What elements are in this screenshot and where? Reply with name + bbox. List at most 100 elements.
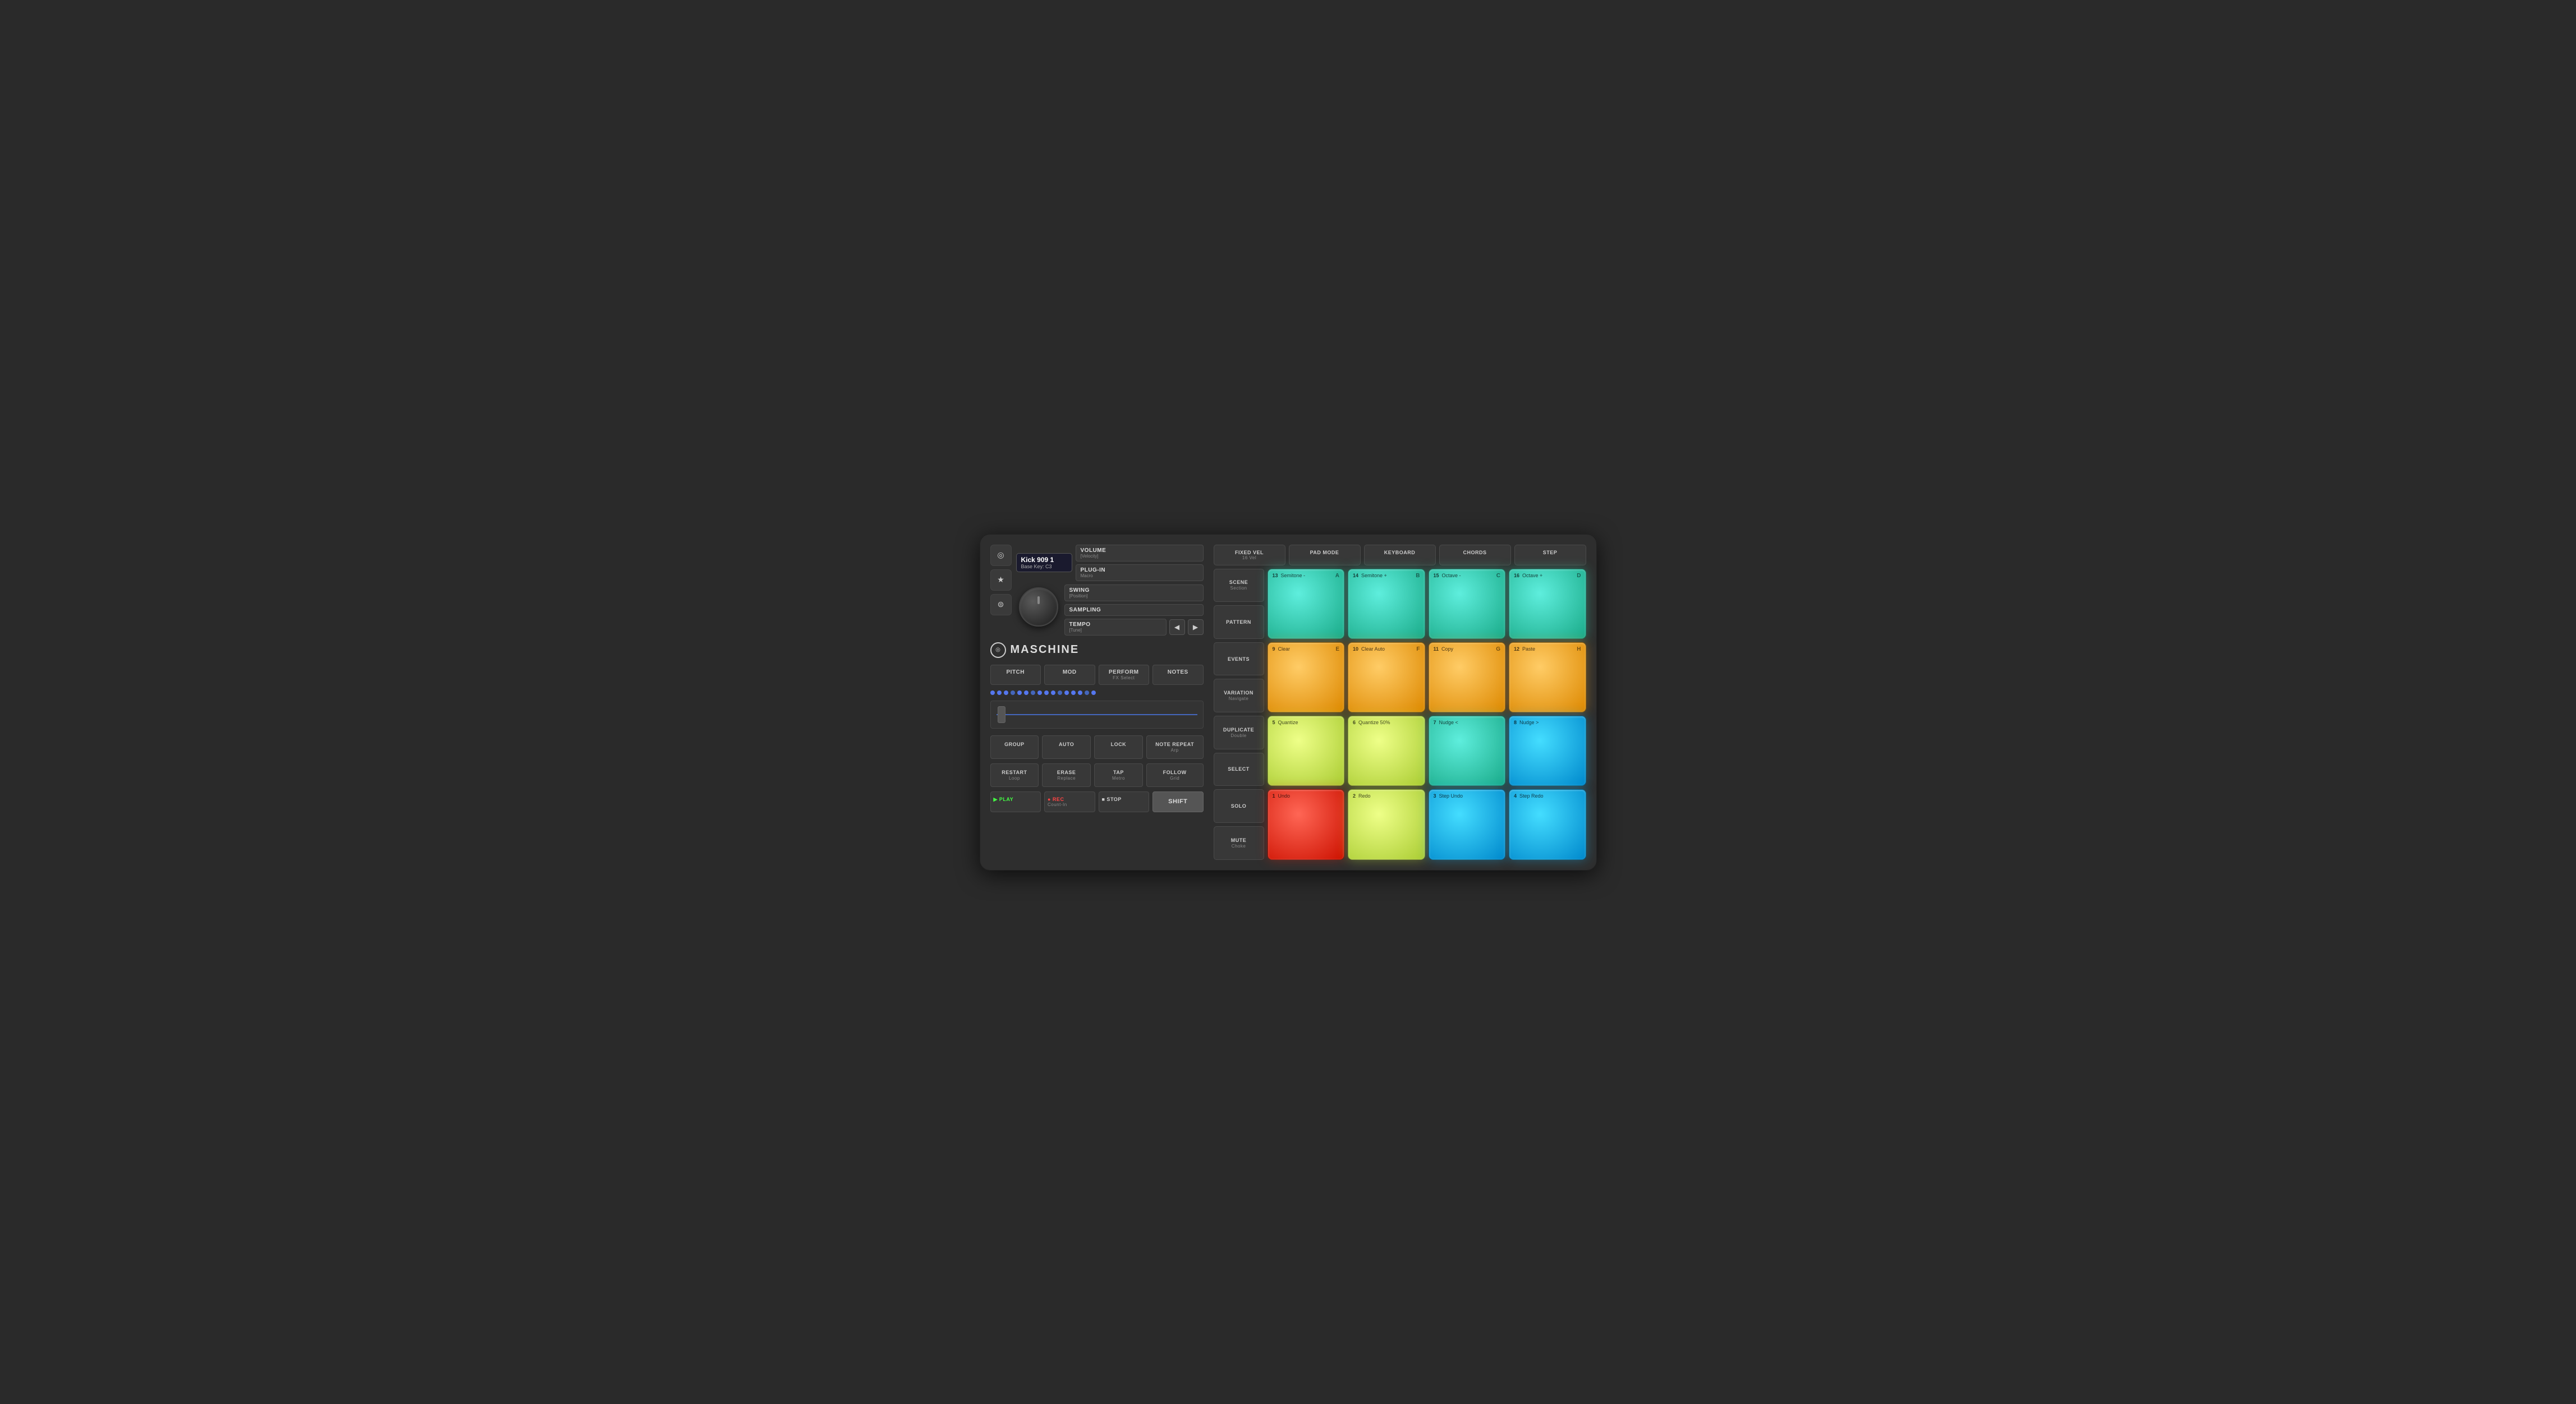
tempo-row: TEMPO [Tune] ◀ ▶	[1064, 619, 1204, 636]
auto-btn[interactable]: AUTO	[1042, 735, 1091, 759]
transport-row: ▶ PLAY ● REC Count-In ■ STOP SHIFT	[990, 791, 1204, 812]
dot-4	[1011, 691, 1015, 695]
pad-grid: 13Semitone -A14Semitone +B15Octave -C16O…	[1268, 569, 1586, 860]
track-sub: Base Key: C3	[1021, 564, 1067, 569]
maschine-controller: ◎ ★ ⊜ Kick 909 1 Base Key: C3 VOLUME	[980, 534, 1597, 871]
tap-btn[interactable]: TAP Metro	[1094, 763, 1143, 787]
pad-11[interactable]: 11CopyG	[1429, 642, 1506, 712]
restart-btn[interactable]: RESTART Loop	[990, 763, 1039, 787]
dot-5	[1017, 691, 1022, 695]
dot-11	[1058, 691, 1062, 695]
dot-14	[1078, 691, 1082, 695]
fixed-vel-btn[interactable]: FIXED VEL 16 Vel	[1214, 545, 1285, 565]
step-btn[interactable]: STEP	[1514, 545, 1586, 565]
pitch-btn[interactable]: PITCH	[990, 665, 1041, 685]
group-btn[interactable]: GROUP	[990, 735, 1039, 759]
pad-14[interactable]: 14Semitone +B	[1348, 569, 1425, 639]
pad-labels: SCENE Section PATTERN EVENTS VARIATION N…	[1214, 569, 1264, 860]
dot-1	[990, 691, 995, 695]
function-row: PITCH MOD PERFORM FX Select NOTES	[990, 665, 1204, 685]
circle-icon-button[interactable]: ◎	[990, 545, 1012, 566]
slider-thumb[interactable]	[998, 706, 1005, 723]
slider-area[interactable]	[990, 701, 1204, 729]
pattern-label[interactable]: PATTERN	[1214, 605, 1264, 639]
main-knob[interactable]	[1019, 587, 1058, 627]
dot-12	[1064, 691, 1069, 695]
pad-8[interactable]: 8Nudge >	[1509, 716, 1586, 786]
stop-btn[interactable]: ■ STOP	[1099, 791, 1150, 812]
notes-btn[interactable]: NOTES	[1152, 665, 1204, 685]
logo-area: ◎ MASCHINE	[990, 640, 1204, 660]
plugin-btn[interactable]: PLUG-IN Macro	[1076, 564, 1204, 581]
pad-area: SCENE Section PATTERN EVENTS VARIATION N…	[1214, 569, 1586, 860]
icon-buttons: ◎ ★ ⊜	[990, 545, 1012, 615]
sampling-btn[interactable]: SAMPLING	[1064, 604, 1204, 616]
pad-16[interactable]: 16Octave +D	[1509, 569, 1586, 639]
track-name: Kick 909 1	[1021, 556, 1067, 564]
dot-row	[990, 689, 1204, 696]
play-btn[interactable]: ▶ PLAY	[990, 791, 1041, 812]
logo-icon: ◎	[990, 642, 1006, 658]
dot-6	[1024, 691, 1028, 695]
pad-7[interactable]: 7Nudge <	[1429, 716, 1506, 786]
keyboard-btn[interactable]: KEYBOARD	[1364, 545, 1436, 565]
lock-btn[interactable]: LOCK	[1094, 735, 1143, 759]
shift-btn[interactable]: SHIFT	[1152, 791, 1204, 812]
dot-15	[1085, 691, 1089, 695]
display-section: Kick 909 1 Base Key: C3 VOLUME [Velocity…	[1016, 545, 1204, 636]
pad-10[interactable]: 10Clear AutoF	[1348, 642, 1425, 712]
mode-buttons: FIXED VEL 16 Vel PAD MODE KEYBOARD CHORD…	[1214, 545, 1586, 565]
top-controls: ◎ ★ ⊜ Kick 909 1 Base Key: C3 VOLUME	[990, 545, 1204, 636]
display-top: Kick 909 1 Base Key: C3 VOLUME [Velocity…	[1016, 545, 1204, 581]
dot-9	[1044, 691, 1049, 695]
logo-text: MASCHINE	[1011, 643, 1080, 656]
note-repeat-btn[interactable]: NOTE REPEAT Arp	[1146, 735, 1204, 759]
chords-btn[interactable]: CHORDS	[1439, 545, 1511, 565]
pad-13[interactable]: 13Semitone -A	[1268, 569, 1345, 639]
dot-8	[1037, 691, 1042, 695]
follow-btn[interactable]: FOLLOW Grid	[1146, 763, 1204, 787]
dot-2	[997, 691, 1002, 695]
select-label[interactable]: SELECT	[1214, 753, 1264, 786]
slider-track	[997, 714, 1197, 715]
mute-label[interactable]: MUTE Choke	[1214, 826, 1264, 860]
volume-btn[interactable]: VOLUME [Velocity]	[1076, 545, 1204, 561]
dot-10	[1051, 691, 1055, 695]
param-controls: VOLUME [Velocity] PLUG-IN Macro	[1076, 545, 1204, 581]
swing-btn[interactable]: SWING [Position]	[1064, 584, 1204, 601]
mod-btn[interactable]: MOD	[1044, 665, 1095, 685]
right-panel: FIXED VEL 16 Vel PAD MODE KEYBOARD CHORD…	[1214, 545, 1586, 860]
pad-1[interactable]: 1Undo	[1268, 789, 1345, 859]
pad-2[interactable]: 2Redo	[1348, 789, 1425, 859]
pad-4[interactable]: 4Step Redo	[1509, 789, 1586, 859]
variation-label[interactable]: VARIATION Navigate	[1214, 679, 1264, 712]
dot-3	[1004, 691, 1008, 695]
tempo-btn[interactable]: TEMPO [Tune]	[1064, 619, 1167, 636]
pad-15[interactable]: 15Octave -C	[1429, 569, 1506, 639]
pad-12[interactable]: 12PasteH	[1509, 642, 1586, 712]
track-display: Kick 909 1 Base Key: C3	[1016, 553, 1072, 572]
star-icon-button[interactable]: ★	[990, 569, 1012, 591]
pad-3[interactable]: 3Step Undo	[1429, 789, 1506, 859]
pad-mode-btn[interactable]: PAD MODE	[1289, 545, 1361, 565]
control-row-2: RESTART Loop ERASE Replace TAP Metro FOL…	[990, 763, 1204, 787]
perform-btn[interactable]: PERFORM FX Select	[1099, 665, 1150, 685]
events-label[interactable]: EVENTS	[1214, 642, 1264, 676]
search-icon-button[interactable]: ⊜	[990, 594, 1012, 615]
tempo-up-btn[interactable]: ▶	[1188, 619, 1204, 635]
bottom-controls: GROUP AUTO LOCK NOTE REPEAT Arp RESTART …	[990, 735, 1204, 812]
rec-btn[interactable]: ● REC Count-In	[1044, 791, 1095, 812]
pad-5[interactable]: 5Quantize	[1268, 716, 1345, 786]
left-panel: ◎ ★ ⊜ Kick 909 1 Base Key: C3 VOLUME	[990, 545, 1204, 860]
param-controls-2: SWING [Position] SAMPLING TEMPO [Tune] ◀	[1064, 584, 1204, 636]
erase-btn[interactable]: ERASE Replace	[1042, 763, 1091, 787]
pad-9[interactable]: 9ClearE	[1268, 642, 1345, 712]
main-knob-area	[1016, 584, 1061, 629]
duplicate-label[interactable]: DUPLICATE Double	[1214, 716, 1264, 749]
control-row-1: GROUP AUTO LOCK NOTE REPEAT Arp	[990, 735, 1204, 759]
scene-label[interactable]: SCENE Section	[1214, 569, 1264, 602]
pad-6[interactable]: 6Quantize 50%	[1348, 716, 1425, 786]
knob-dot	[1037, 596, 1040, 604]
tempo-down-btn[interactable]: ◀	[1169, 619, 1185, 635]
solo-label[interactable]: SOLO	[1214, 789, 1264, 823]
